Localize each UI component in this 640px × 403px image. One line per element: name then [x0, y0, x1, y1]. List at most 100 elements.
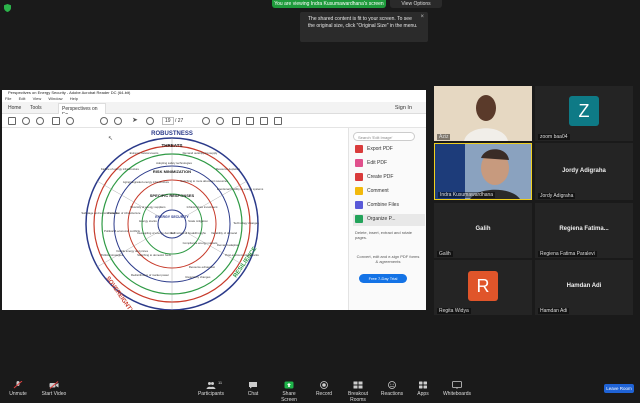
fit-page-icon[interactable]	[232, 117, 240, 125]
diagram-item: Extreme natural events	[130, 151, 159, 155]
menu-view[interactable]: View	[33, 96, 42, 101]
tool-edit-pdf[interactable]: Edit PDF	[353, 158, 425, 170]
whiteboard-icon	[452, 381, 462, 389]
tool-combine-files[interactable]: Combine Files	[353, 200, 425, 212]
page-up-icon[interactable]	[100, 117, 108, 125]
zoom-in-icon[interactable]	[216, 117, 224, 125]
video-feed	[434, 86, 532, 141]
reactions-button[interactable]: Reactions	[380, 381, 404, 397]
edit-pdf-icon	[355, 159, 363, 167]
leave-room-button[interactable]: Leave Room	[604, 384, 634, 393]
zoom-out-icon[interactable]	[202, 117, 210, 125]
whiteboards-button[interactable]: Whiteboards	[442, 381, 472, 397]
diagram-item: Post-environmental shocks	[225, 253, 259, 257]
tab-document[interactable]: Perspectives on En...	[58, 103, 106, 118]
section-threats: THREATS	[162, 143, 183, 148]
diagram-item: Regulatory changes	[186, 275, 211, 279]
diagram-item: Energy stocks	[139, 219, 157, 223]
participant-display-name: Galih	[475, 226, 491, 232]
organize-description: Delete, insert, extract and rotate pages…	[355, 230, 412, 240]
page-total: / 27	[174, 118, 184, 124]
unmute-button[interactable]: Unmute	[6, 381, 30, 397]
tool-create-pdf[interactable]: Create PDF	[353, 172, 425, 184]
fit-screen-tooltip: The shared content is fit to your screen…	[300, 12, 428, 42]
comment-icon[interactable]	[246, 117, 254, 125]
export-pdf-icon	[355, 145, 363, 153]
section-specific-responses: SPECIFIC RESPONSES	[150, 193, 195, 198]
combine-files-icon	[355, 201, 363, 209]
reactions-icon	[388, 381, 396, 389]
participants-icon	[206, 382, 216, 389]
diagram-item: Scale mitigation	[188, 219, 208, 223]
tool-combine-files-label: Combine Files	[367, 202, 399, 208]
share-screen-icon	[284, 381, 294, 389]
tool-organize-pages[interactable]: Organize P...	[353, 214, 425, 226]
tooltip-close-icon[interactable]: ×	[420, 14, 424, 21]
search-tools-input[interactable]: Search 'Edit Image'	[353, 132, 415, 141]
tool-edit-pdf-label: Edit PDF	[367, 160, 388, 166]
participant-tile-hamdan[interactable]: Hamdan Adi Hamdan Adi	[535, 260, 633, 315]
menu-help[interactable]: Help	[70, 96, 78, 101]
menu-window[interactable]: Window	[48, 96, 62, 101]
participant-display-name: Jordy Adigraha	[562, 168, 606, 174]
sign-in-button[interactable]: Sign In	[395, 105, 412, 111]
search-icon[interactable]	[66, 117, 74, 125]
trash-icon[interactable]	[260, 117, 268, 125]
record-button[interactable]: Record	[314, 381, 334, 397]
participant-name: Hamdan Adi	[538, 308, 570, 314]
diagram-item: Redistribution of market power	[131, 273, 169, 277]
comment-tool-icon	[355, 187, 363, 195]
redact-icon[interactable]	[274, 117, 282, 125]
diagram-item: Protection of infrastructure	[108, 211, 141, 215]
apps-button[interactable]: Apps	[414, 381, 432, 397]
diagram-item: Demand adaption	[217, 243, 240, 247]
record-label: Record	[315, 391, 333, 397]
tool-comment[interactable]: Comment	[353, 186, 425, 198]
page-down-icon[interactable]	[114, 117, 122, 125]
participants-count: 11	[218, 380, 223, 385]
hand-icon[interactable]	[146, 117, 154, 125]
participant-tile-jordy[interactable]: Jordy Adigraha Jordy Adigraha	[535, 143, 633, 200]
menu-file[interactable]: File	[5, 96, 11, 101]
page-indicator: 19 / 27	[162, 117, 184, 125]
save-icon[interactable]	[8, 117, 16, 125]
chat-label: Chat	[247, 391, 259, 397]
share-screen-label: Share Screen	[281, 391, 297, 403]
cursor-icon[interactable]: ➤	[132, 117, 140, 125]
free-trial-button[interactable]: Free 7-Day Trial	[359, 274, 407, 283]
tab-home[interactable]: Home	[8, 105, 21, 111]
participant-tile-regiena[interactable]: Regiena Fatima... Regiena Fatima Paralev…	[535, 203, 633, 258]
avatar: Z	[569, 96, 599, 126]
acrobat-toolbar: ➤ 19 / 27	[2, 114, 426, 128]
chat-icon	[249, 382, 257, 389]
document-view[interactable]: ROBUSTNESS SOVEREIGNTY RESILIENCE THREAT…	[2, 128, 346, 310]
diagram-item: Switching to more abundant resources	[180, 179, 228, 183]
start-video-button[interactable]: Start Video	[40, 381, 68, 397]
view-options-button[interactable]: View Options	[390, 0, 442, 8]
tool-export-pdf[interactable]: Export PDF	[353, 144, 425, 156]
participant-tile-indra[interactable]: Indra Kusumawardhana	[434, 143, 532, 200]
upload-icon[interactable]	[36, 117, 44, 125]
participant-tile-zoom-baa04[interactable]: Z zoom baa04	[535, 86, 633, 141]
reactions-label: Reactions	[380, 391, 404, 397]
diagram-item: Resource exhaustion	[189, 265, 216, 269]
diagram-item: Political strategies	[101, 253, 124, 257]
meeting-toolbar: Unmute Start Video Participants 11 Chat …	[0, 378, 640, 403]
tool-export-pdf-label: Export PDF	[367, 146, 393, 152]
video-off-icon	[49, 381, 59, 389]
participant-tile-aziz[interactable]: Aziz	[434, 86, 532, 141]
participant-display-name: Regiena Fatima...	[559, 226, 609, 232]
page-current[interactable]: 19	[162, 117, 174, 125]
bookmark-icon[interactable]	[22, 117, 30, 125]
chat-button[interactable]: Chat	[244, 381, 262, 397]
print-icon[interactable]	[52, 117, 60, 125]
tab-tools[interactable]: Tools	[30, 105, 42, 111]
participant-tile-regita[interactable]: R Regita Widya	[434, 260, 532, 315]
participant-tile-galih[interactable]: Galih Galih	[434, 203, 532, 258]
participant-display-name: Hamdan Adi	[566, 283, 602, 289]
participants-label: Participants	[197, 391, 225, 397]
participants-button[interactable]: Participants 11	[196, 380, 226, 397]
menu-edit[interactable]: Edit	[19, 96, 26, 101]
shared-screen: Perspectives on Energy Security - Adobe …	[2, 90, 426, 310]
apps-label: Apps	[417, 391, 429, 397]
